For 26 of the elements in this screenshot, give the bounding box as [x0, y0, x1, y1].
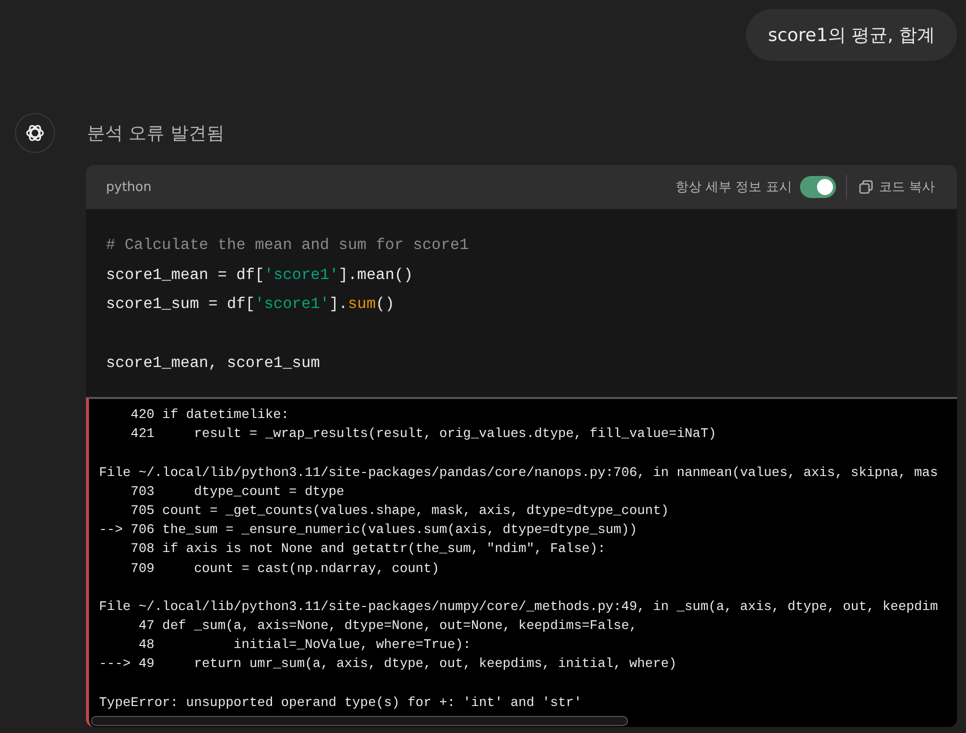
traceback-line: 705 count = _get_counts(values.shape, mask, axis, dtype=dtype_count) — [130, 502, 670, 520]
traceback-line: 708 if axis is not None and getattr(the_sum, "ndim", False): — [130, 540, 606, 558]
traceback-line: TypeError: unsupported operand type(s) for +: 'int' and 'str' — [99, 694, 583, 712]
code-line: score1_sum = df['score1'].sum() — [106, 294, 396, 315]
traceback-line: ---> 49 return umr_sum(a, axis, dtype, out, keepdims, initial, where) — [99, 655, 678, 674]
assistant-avatar-icon — [15, 113, 55, 153]
code-line: # Calculate the mean and sum for score1 — [106, 235, 470, 256]
code-line: score1_mean = df['score1'].mean() — [106, 264, 414, 286]
traceback-line: File ~/.local/lib/python3.11/site-packages/numpy/core/_methods.py:49, in _sum(a, axis, dtype, out, keepdim — [99, 598, 939, 616]
toggle-switch[interactable] — [800, 176, 836, 198]
traceback-line: 709 count = cast(np.ndarray, count) — [130, 560, 440, 578]
code-line: score1_mean, score1_sum — [106, 353, 321, 374]
traceback-line: File ~/.local/lib/python3.11/site-packages/pandas/core/nanops.py:706, in nanmean(values, axis, skipna, mas — [99, 464, 939, 482]
traceback-line: 703 dtype_count = dtype — [130, 482, 346, 501]
horizontal-scrollbar[interactable] — [91, 716, 628, 726]
traceback-line: 48 initial=_NoValue, where=True): — [138, 636, 472, 654]
user-message: score1의 평균, 합계 — [746, 9, 957, 61]
traceback-line: 420 if datetimelike: — [130, 406, 290, 424]
code-language: python — [106, 180, 152, 194]
copy-code-button[interactable]: 코드 복사 — [856, 176, 937, 198]
traceback-line: --> 706 the_sum = _ensure_numeric(values.sum(axis, dtype=dtype_sum)) — [99, 521, 638, 540]
copy-icon — [858, 180, 873, 194]
toggle-label: 항상 세부 정보 표시 — [675, 179, 792, 196]
traceback-line: 47 def _sum(a, axis=None, dtype=None, out=None, keepdims=False, — [138, 617, 638, 636]
analysis-status: 분석 오류 발견됨 — [87, 122, 224, 145]
traceback-line: 421 result = _wrap_results(result, orig_values.dtype, fill_value=iNaT) — [130, 425, 718, 444]
